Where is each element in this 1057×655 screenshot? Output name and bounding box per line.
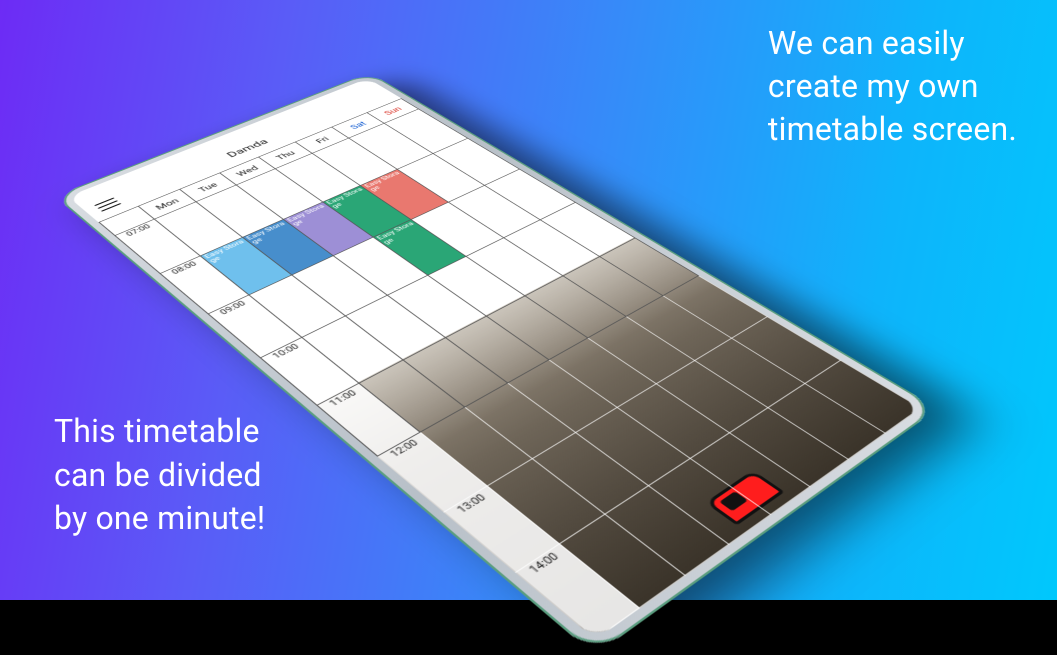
timetable[interactable]: Mon Tue Wed Thu Fri Sat Sun 07:0008:00Ea…	[98, 98, 921, 640]
phone-mockup: Damda Mon Tue Wed Thu	[165, 0, 945, 626]
promo-canvas: We can easilycreate my owntimetable scre…	[0, 0, 1057, 600]
phone-screen: Damda Mon Tue Wed Thu	[68, 78, 921, 640]
timetable-grid[interactable]: Mon Tue Wed Thu Fri Sat Sun 07:0008:00Ea…	[98, 98, 921, 640]
